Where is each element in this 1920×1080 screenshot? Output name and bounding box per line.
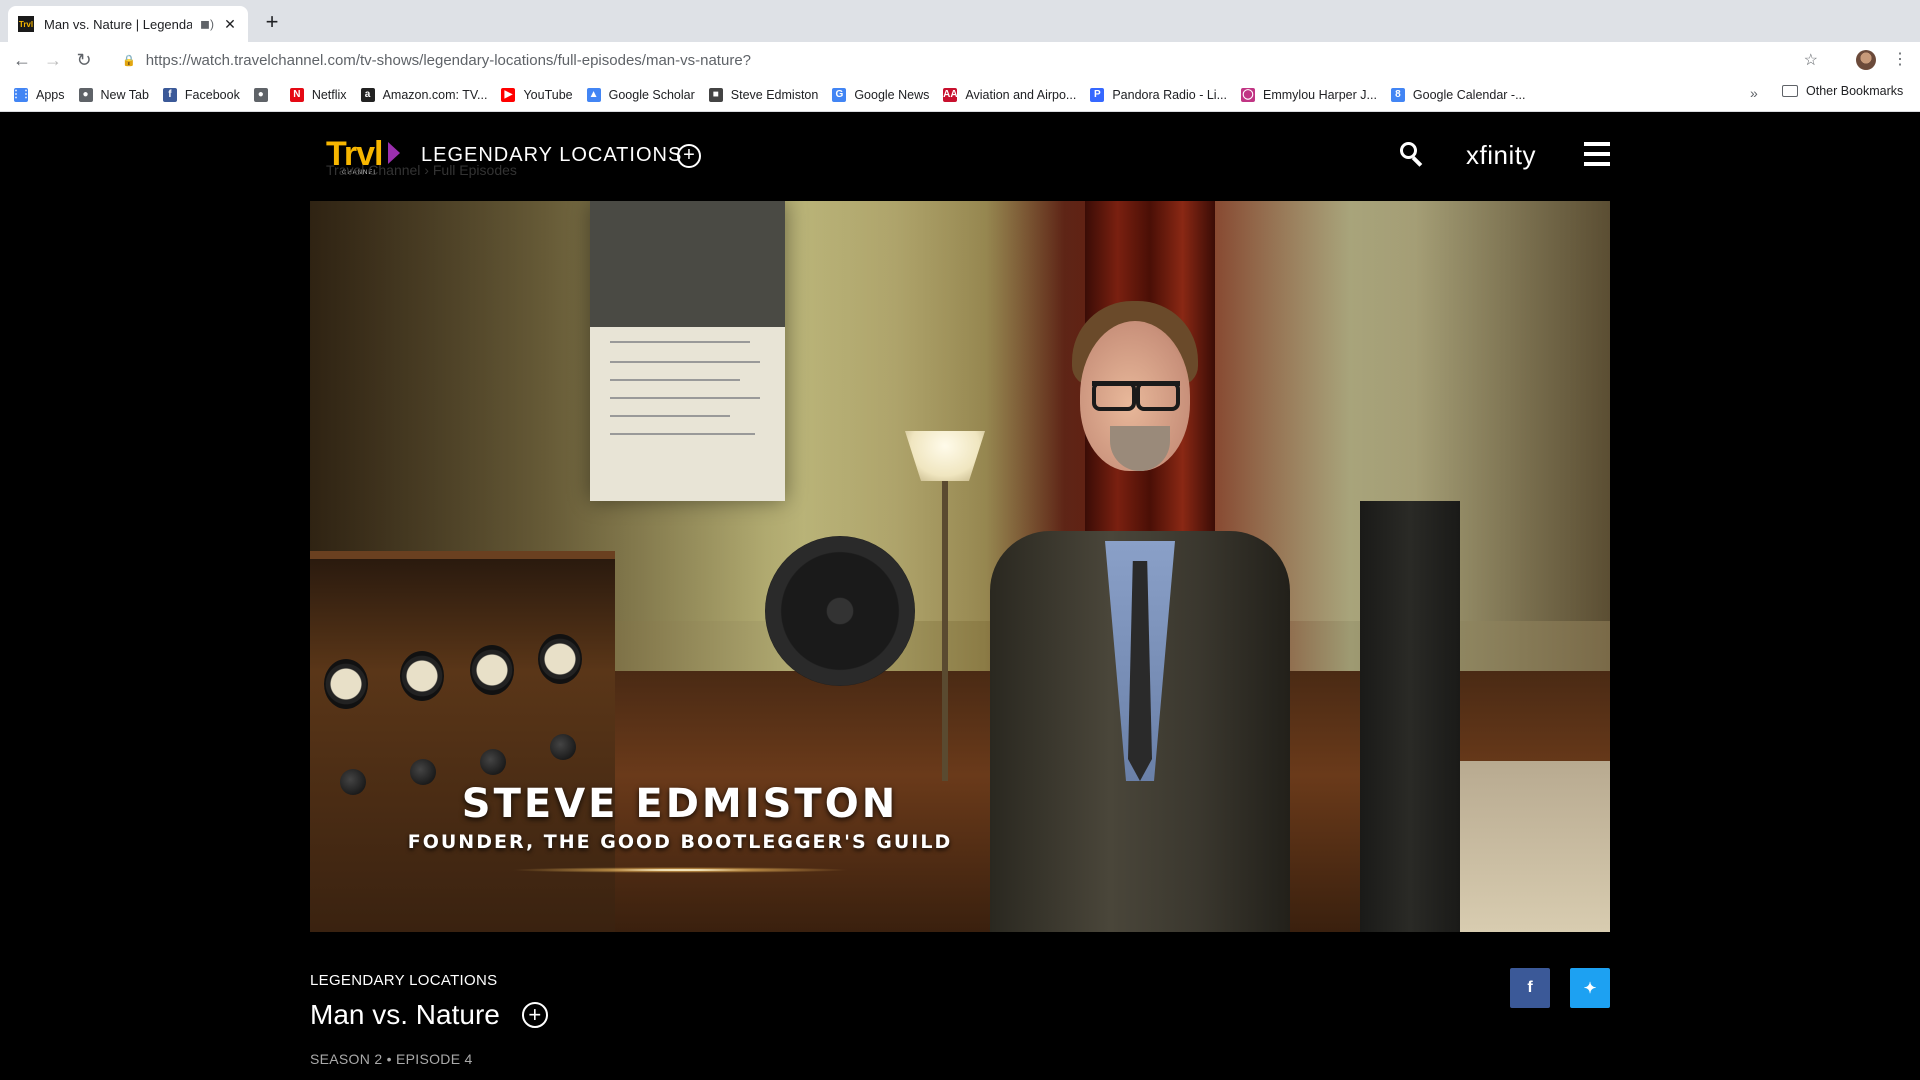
new-tab-button[interactable]: +	[260, 10, 284, 34]
bookmark-label: Google News	[854, 87, 930, 102]
lower-third-name: STEVE EDMISTON	[461, 781, 899, 827]
url-host: https://watch.travelchannel.com	[145, 51, 356, 69]
bookmark-label: YouTube	[523, 87, 573, 102]
hamburger-menu-icon[interactable]	[1584, 142, 1610, 166]
bookmark-label: Steve Edmiston	[730, 87, 819, 102]
add-episode-plus-icon[interactable]: +	[521, 1002, 548, 1028]
pandora-icon: P	[1090, 87, 1105, 102]
episode-title-row: Man vs. Nature +	[310, 999, 1610, 1031]
bookmark-item[interactable]: 8 Google Calendar -...	[1390, 87, 1526, 102]
bookmark-label: Pandora Radio - Li...	[1112, 87, 1227, 102]
back-arrow-icon[interactable]: ←	[12, 50, 32, 70]
folder-icon	[1782, 85, 1798, 97]
site-header: Trvl CHANNEL LEGENDARY LOCATIONS + Trave…	[0, 112, 1920, 202]
close-tab-icon[interactable]: ✕	[222, 16, 238, 33]
bookmark-label: Amazon.com: TV...	[382, 87, 488, 102]
bookmark-item[interactable]: N Netflix	[289, 87, 347, 102]
more-bookmarks-chevron-icon[interactable]: »	[1750, 85, 1758, 101]
apps-grid-icon: ⋮⋮	[11, 87, 31, 102]
facebook-icon: f	[162, 87, 177, 102]
audio-playing-icon[interactable]: ◼)	[200, 17, 214, 31]
bookmark-item[interactable]: ◯ Emmylou Harper J...	[1241, 87, 1377, 102]
aa-icon: AA	[943, 87, 958, 102]
video-frame-radio-cabinet	[310, 551, 615, 932]
season-episode-label: SEASON 2 • EPISODE 4	[310, 1051, 473, 1067]
facebook-icon: f	[1527, 979, 1533, 996]
other-bookmarks-folder[interactable]: Other Bookmarks	[1782, 84, 1903, 98]
browser-tab[interactable]: Trvl Man vs. Nature | Legendary Location…	[8, 6, 248, 42]
other-bookmarks-label: Other Bookmarks	[1806, 84, 1904, 98]
video-frame-person-glasses	[1092, 381, 1180, 411]
bookmark-label: New Tab	[100, 87, 149, 102]
search-icon[interactable]	[1398, 140, 1424, 170]
bookmark-label: Google Calendar -...	[1412, 87, 1526, 102]
calendar-icon: 8	[1390, 87, 1405, 102]
xfinity-logo[interactable]: xfinity	[1466, 140, 1536, 171]
tab-strip: Trvl Man vs. Nature | Legendary Location…	[0, 0, 1920, 42]
episode-title: Man vs. Nature	[310, 999, 500, 1030]
bookmark-item[interactable]: G Google News	[832, 87, 930, 102]
facebook-share-button[interactable]: f	[1510, 968, 1550, 1008]
bookmark-label: Netflix	[311, 87, 347, 102]
bookmark-item[interactable]: ●	[253, 87, 276, 102]
video-player[interactable]: STEVE EDMISTON FOUNDER, THE GOOD BOOTLEG…	[310, 201, 1610, 932]
lower-third-role: FOUNDER, THE GOOD BOOTLEGGER'S GUILD	[407, 831, 953, 853]
breadcrumb[interactable]: Travel Channel › Full Episodes	[326, 162, 517, 178]
tab-title: Man vs. Nature | Legendary Locations	[44, 16, 193, 32]
bookmark-item[interactable]: ▲ Google Scholar	[586, 87, 695, 102]
episode-details: LEGENDARY LOCATIONS Man vs. Nature + SEA…	[310, 972, 1610, 1067]
google-news-icon: G	[832, 87, 847, 102]
bookmark-label: Google Scholar	[608, 87, 695, 102]
video-frame-lamp-pole	[942, 481, 948, 781]
scholar-icon: ▲	[586, 87, 601, 102]
logo-play-triangle-icon	[388, 142, 400, 164]
url-path: /tv-shows/legendary-locations/full-episo…	[355, 51, 751, 69]
bookmark-star-icon[interactable]: ☆	[1804, 50, 1818, 70]
video-frame-poster	[590, 201, 785, 501]
bookmark-item[interactable]: ⋮⋮ Apps	[11, 87, 65, 102]
address-bar[interactable]: 🔒 https://watch.travelchannel.com/tv-sho…	[110, 45, 1830, 75]
browser-toolbar: ← → ↻ 🔒 https://watch.travelchannel.com/…	[0, 42, 1920, 78]
video-frame-floor	[1460, 761, 1610, 932]
bookmark-item[interactable]: ■ Steve Edmiston	[708, 87, 819, 102]
bookmark-item[interactable]: P Pandora Radio - Li...	[1090, 87, 1227, 102]
bookmarks-bar: ⋮⋮ Apps ● New Tab f Facebook ● N Netflix a Amazon.…	[0, 78, 1920, 112]
netflix-icon: N	[289, 87, 304, 102]
profile-avatar[interactable]	[1856, 50, 1876, 70]
bookmark-label: Facebook	[184, 87, 240, 102]
reload-icon[interactable]: ↻	[74, 50, 94, 70]
add-show-plus-icon[interactable]: +	[677, 144, 701, 168]
page-content: Trvl CHANNEL LEGENDARY LOCATIONS + Trave…	[0, 112, 1920, 1080]
globe-icon: ●	[253, 87, 268, 102]
lower-third-glow	[510, 867, 850, 873]
video-frame-file-cabinet	[1360, 501, 1460, 932]
bookmark-item[interactable]: ▶ YouTube	[501, 87, 573, 102]
video-frame-horn-speaker	[765, 536, 915, 686]
bookmark-label: Apps	[36, 87, 65, 102]
amazon-icon: a	[360, 87, 375, 102]
url-text: https://watch.travelchannel.com/tv-shows…	[146, 52, 751, 69]
instagram-icon: ◯	[1241, 87, 1255, 102]
globe-icon: ●	[78, 87, 93, 102]
bookmark-label: Aviation and Airpo...	[965, 87, 1077, 102]
forward-arrow-icon[interactable]: →	[43, 50, 63, 70]
travel-channel-favicon-icon: Trvl	[18, 16, 34, 32]
bookmark-item[interactable]: ● New Tab	[78, 87, 149, 102]
lock-icon: 🔒	[122, 54, 136, 67]
browser-menu-icon[interactable]: ⋮	[1892, 48, 1908, 72]
video-lower-third: STEVE EDMISTON FOUNDER, THE GOOD BOOTLEG…	[310, 781, 1050, 873]
twitter-share-button[interactable]: ✦	[1570, 968, 1610, 1008]
youtube-icon: ▶	[501, 87, 516, 102]
cube-icon: ■	[708, 87, 723, 102]
bookmark-item[interactable]: f Facebook	[162, 87, 240, 102]
bookmark-label: Emmylou Harper J...	[1263, 87, 1377, 102]
bookmark-item[interactable]: a Amazon.com: TV...	[360, 87, 488, 102]
episode-show-link[interactable]: LEGENDARY LOCATIONS	[310, 972, 1610, 989]
twitter-bird-icon: ✦	[1583, 980, 1597, 997]
bookmark-item[interactable]: AA Aviation and Airpo...	[943, 87, 1077, 102]
